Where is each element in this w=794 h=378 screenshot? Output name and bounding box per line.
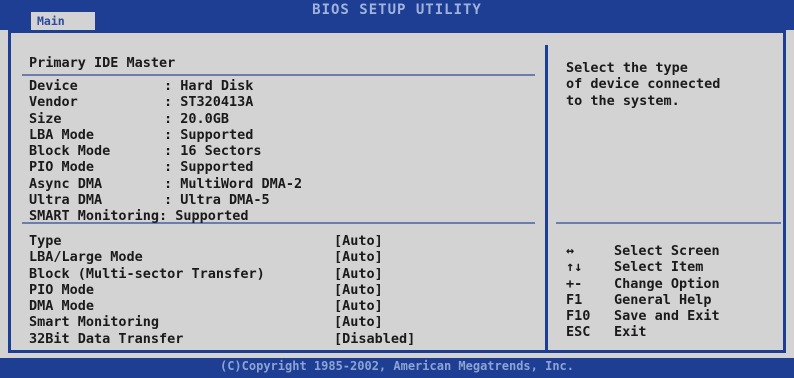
key-desc: Exit [614, 324, 647, 341]
tab-main[interactable]: Main [31, 12, 95, 30]
info-key: Vendor [29, 94, 78, 111]
info-row-smart: SMART Monitoring: Supported [29, 208, 249, 225]
info-value: : 16 Sectors [164, 143, 262, 160]
info-row-device: Device : Hard Disk [29, 78, 302, 94]
title-bar: BIOS SETUP UTILITY Main [0, 0, 794, 30]
info-key: Size [29, 110, 62, 127]
info-row-ultra-dma: Ultra DMA : Ultra DMA-5 [29, 192, 302, 208]
up-down-arrow-icon: ↑↓ [566, 259, 583, 276]
option-value[interactable]: [Auto] [334, 298, 383, 314]
info-value: : 20.0GB [164, 110, 230, 127]
key-name: +- [566, 275, 583, 292]
option-value[interactable]: [Auto] [334, 266, 383, 282]
info-row-size: Size : 20.0GB [29, 111, 302, 127]
info-row-vendor: Vendor : ST320413A [29, 94, 302, 110]
key-row-select-screen: ↔ Select Screen [566, 243, 720, 259]
section-title: Primary IDE Master [29, 55, 176, 71]
info-value: : Hard Disk [164, 78, 254, 94]
option-label: Type [29, 233, 62, 249]
info-value: : ST320413A [164, 94, 254, 111]
info-value: : Ultra DMA-5 [164, 192, 270, 209]
option-value[interactable]: [Auto] [334, 233, 383, 249]
key-desc: Select Screen [614, 243, 720, 259]
key-desc: Select Item [614, 259, 704, 276]
copyright: (C)Copyright 1985-2002, American Megatre… [219, 359, 574, 373]
info-key: Device [29, 78, 78, 94]
info-value: : MultiWord DMA-2 [164, 175, 303, 192]
option-dma-mode[interactable]: DMA Mode [Auto] [29, 298, 415, 314]
key-row-change-option: +- Change Option [566, 276, 720, 292]
info-row-pio-mode: PIO Mode : Supported [29, 159, 302, 175]
option-block-transfer[interactable]: Block (Multi-sector Transfer) [Auto] [29, 266, 415, 282]
option-smart-monitoring[interactable]: Smart Monitoring [Auto] [29, 314, 415, 330]
footer-bar: (C)Copyright 1985-2002, American Megatre… [0, 358, 794, 378]
option-label: DMA Mode [29, 298, 95, 315]
left-right-arrow-icon: ↔ [566, 243, 575, 259]
title-divider [22, 74, 535, 76]
key-row-save-exit: F10 Save and Exit [566, 308, 720, 324]
help-line: Select the type [566, 60, 688, 76]
info-value: : Supported [164, 126, 254, 143]
info-key: PIO Mode [29, 159, 95, 176]
options-list: Type [Auto] LBA/Large Mode [Auto] Block (M… [29, 233, 415, 347]
help-line: of device connected [566, 76, 721, 93]
option-32bit-transfer[interactable]: 32Bit Data Transfer [Disabled] [29, 331, 415, 347]
device-info-list: Device : Hard Disk Vendor : ST320413A Size… [29, 78, 302, 225]
option-pio-mode[interactable]: PIO Mode [Auto] [29, 282, 415, 298]
option-label: LBA/Large Mode [29, 249, 143, 266]
utility-title: BIOS SETUP UTILITY [312, 2, 482, 18]
option-label: Block (Multi-sector Transfer) [29, 265, 265, 282]
key-name: F10 [566, 308, 591, 325]
option-label: 32Bit Data Transfer [29, 330, 184, 347]
key-legend: ↔ Select Screen ↑↓ Select Item +- Change Op… [566, 243, 720, 341]
info-row-block-mode: Block Mode : 16 Sectors [29, 143, 302, 159]
key-desc: Save and Exit [614, 308, 720, 325]
key-name: F1 [566, 291, 583, 308]
info-key: LBA Mode [29, 126, 95, 143]
help-line: to the system. [566, 92, 680, 109]
option-label: Smart Monitoring [29, 314, 160, 331]
panel-divider [545, 45, 548, 353]
option-value[interactable]: [Auto] [334, 282, 383, 298]
key-desc: General Help [614, 291, 712, 308]
info-key: Async DMA [29, 175, 103, 192]
info-key: Block Mode [29, 143, 111, 160]
key-row-exit: ESC Exit [566, 324, 720, 340]
info-row-async-dma: Async DMA : MultiWord DMA-2 [29, 176, 302, 192]
option-type[interactable]: Type [Auto] [29, 233, 415, 249]
option-value[interactable]: [Auto] [334, 314, 383, 330]
key-desc: Change Option [614, 275, 720, 292]
info-value: : Supported [164, 159, 254, 176]
option-lba-large-mode[interactable]: LBA/Large Mode [Auto] [29, 249, 415, 265]
option-label: PIO Mode [29, 281, 95, 298]
info-key: Ultra DMA [29, 192, 103, 209]
info-row-lba-mode: LBA Mode : Supported [29, 127, 302, 143]
key-row-general-help: F1 General Help [566, 292, 720, 308]
option-value[interactable]: [Auto] [334, 249, 383, 265]
help-divider [556, 222, 781, 224]
option-value[interactable]: [Disabled] [334, 331, 415, 347]
key-row-select-item: ↑↓ Select Item [566, 259, 720, 275]
key-name: ESC [566, 324, 591, 341]
help-text: Select the type of device connected to t… [566, 60, 720, 109]
